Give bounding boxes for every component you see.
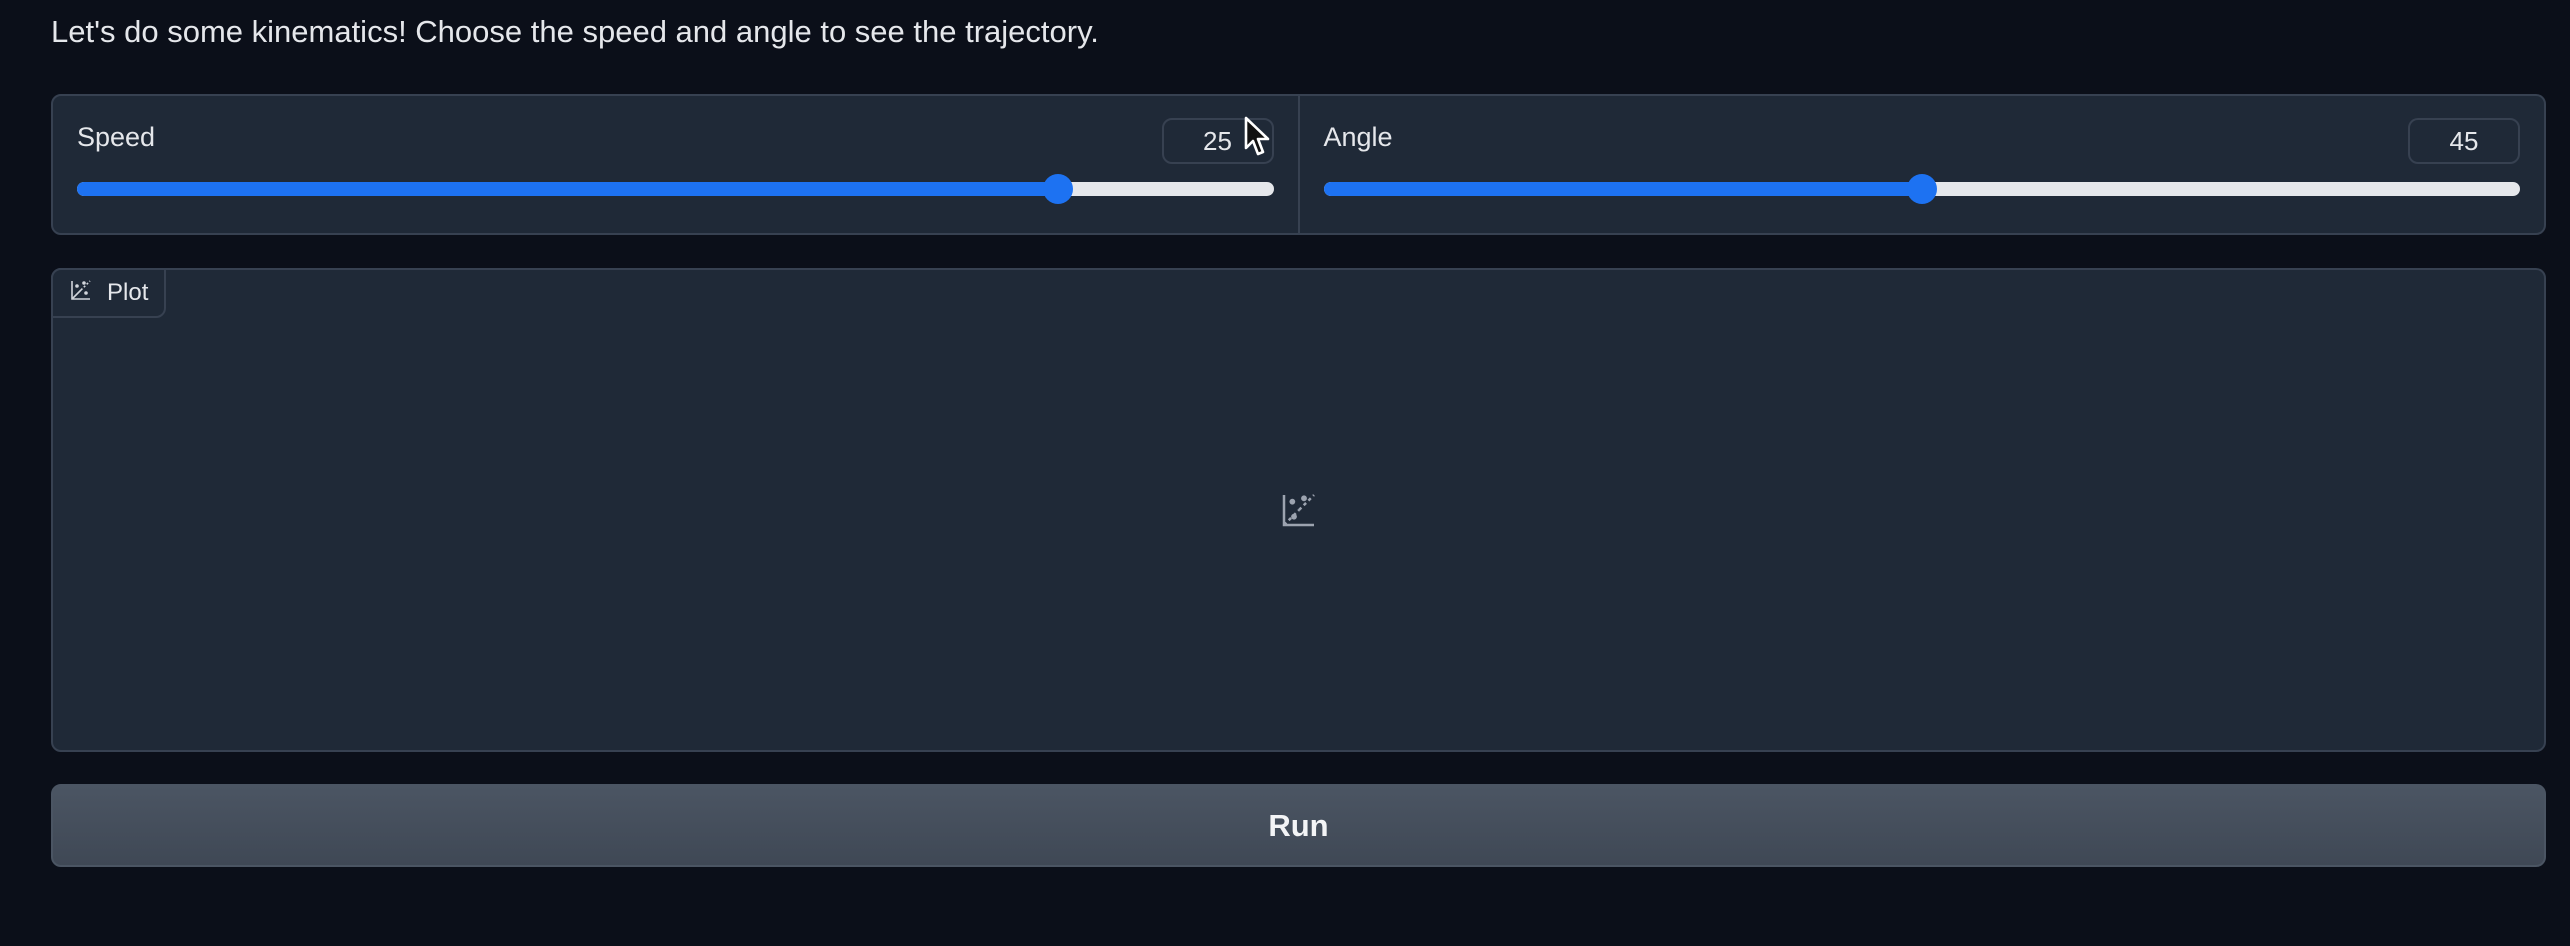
plot-tag: Plot bbox=[51, 268, 167, 318]
plot-panel: Plot bbox=[51, 268, 2546, 752]
angle-slider-block: Angle 45 bbox=[1297, 96, 2545, 233]
app-page: Let's do some kinematics! Choose the spe… bbox=[0, 0, 2570, 946]
plot-placeholder-icon bbox=[1282, 494, 1315, 527]
speed-slider-fill bbox=[77, 182, 1059, 196]
angle-slider-fill bbox=[1323, 182, 1922, 196]
plot-label: Plot bbox=[107, 279, 149, 306]
speed-slider-block: Speed 25 bbox=[53, 96, 1298, 233]
chart-icon bbox=[69, 278, 93, 309]
speed-slider-thumb[interactable] bbox=[1043, 174, 1074, 204]
speed-slider[interactable] bbox=[77, 174, 1274, 204]
angle-slider-thumb[interactable] bbox=[1906, 174, 1937, 204]
angle-label: Angle bbox=[1323, 122, 1393, 152]
speed-label: Speed bbox=[77, 122, 156, 152]
angle-slider[interactable] bbox=[1323, 174, 2520, 204]
mouse-cursor-icon bbox=[1244, 116, 1270, 156]
intro-text: Let's do some kinematics! Choose the spe… bbox=[51, 14, 1099, 49]
slider-row: Speed 25 Angle 45 bbox=[51, 94, 2546, 235]
angle-number-input[interactable]: 45 bbox=[2408, 118, 2520, 164]
run-button[interactable]: Run bbox=[51, 784, 2546, 867]
